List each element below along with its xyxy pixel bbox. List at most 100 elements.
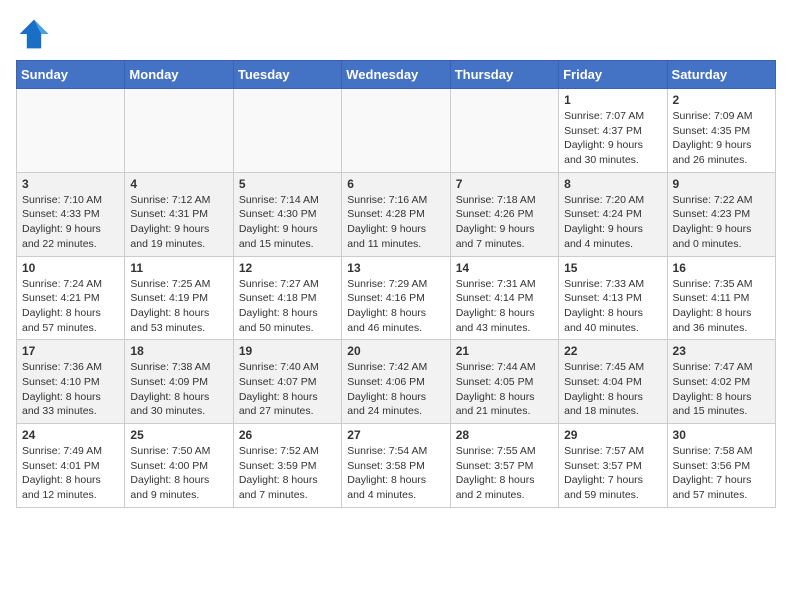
day-number: 22 [564, 344, 661, 358]
weekday-header-wednesday: Wednesday [342, 61, 450, 89]
calendar-day-cell: 11 Sunrise: 7:25 AM Sunset: 4:19 PM Dayli… [125, 256, 233, 340]
calendar-day-cell: 24 Sunrise: 7:49 AM Sunset: 4:01 PM Dayli… [17, 424, 125, 508]
calendar-day-cell [450, 89, 558, 173]
day-info: Sunrise: 7:14 AM Sunset: 4:30 PM Dayligh… [239, 193, 336, 252]
calendar-day-cell: 7 Sunrise: 7:18 AM Sunset: 4:26 PM Daylig… [450, 172, 558, 256]
calendar-day-cell: 26 Sunrise: 7:52 AM Sunset: 3:59 PM Dayli… [233, 424, 341, 508]
day-info: Sunrise: 7:31 AM Sunset: 4:14 PM Dayligh… [456, 277, 553, 336]
day-number: 26 [239, 428, 336, 442]
logo-icon [16, 16, 52, 52]
calendar-day-cell: 3 Sunrise: 7:10 AM Sunset: 4:33 PM Daylig… [17, 172, 125, 256]
day-info: Sunrise: 7:38 AM Sunset: 4:09 PM Dayligh… [130, 360, 227, 419]
day-info: Sunrise: 7:18 AM Sunset: 4:26 PM Dayligh… [456, 193, 553, 252]
day-number: 2 [673, 93, 770, 107]
day-number: 5 [239, 177, 336, 191]
calendar-week-row: 10 Sunrise: 7:24 AM Sunset: 4:21 PM Dayli… [17, 256, 776, 340]
day-number: 23 [673, 344, 770, 358]
calendar-day-cell: 25 Sunrise: 7:50 AM Sunset: 4:00 PM Dayli… [125, 424, 233, 508]
day-number: 7 [456, 177, 553, 191]
calendar-week-row: 24 Sunrise: 7:49 AM Sunset: 4:01 PM Dayli… [17, 424, 776, 508]
day-info: Sunrise: 7:47 AM Sunset: 4:02 PM Dayligh… [673, 360, 770, 419]
day-number: 25 [130, 428, 227, 442]
calendar-day-cell: 13 Sunrise: 7:29 AM Sunset: 4:16 PM Dayli… [342, 256, 450, 340]
calendar-day-cell: 12 Sunrise: 7:27 AM Sunset: 4:18 PM Dayli… [233, 256, 341, 340]
weekday-header-sunday: Sunday [17, 61, 125, 89]
day-info: Sunrise: 7:24 AM Sunset: 4:21 PM Dayligh… [22, 277, 119, 336]
day-info: Sunrise: 7:49 AM Sunset: 4:01 PM Dayligh… [22, 444, 119, 503]
day-number: 14 [456, 261, 553, 275]
day-info: Sunrise: 7:22 AM Sunset: 4:23 PM Dayligh… [673, 193, 770, 252]
day-info: Sunrise: 7:54 AM Sunset: 3:58 PM Dayligh… [347, 444, 444, 503]
calendar-day-cell: 4 Sunrise: 7:12 AM Sunset: 4:31 PM Daylig… [125, 172, 233, 256]
calendar-day-cell [125, 89, 233, 173]
day-info: Sunrise: 7:16 AM Sunset: 4:28 PM Dayligh… [347, 193, 444, 252]
day-number: 28 [456, 428, 553, 442]
day-info: Sunrise: 7:50 AM Sunset: 4:00 PM Dayligh… [130, 444, 227, 503]
day-number: 3 [22, 177, 119, 191]
calendar-day-cell: 27 Sunrise: 7:54 AM Sunset: 3:58 PM Dayli… [342, 424, 450, 508]
calendar-day-cell: 6 Sunrise: 7:16 AM Sunset: 4:28 PM Daylig… [342, 172, 450, 256]
day-info: Sunrise: 7:27 AM Sunset: 4:18 PM Dayligh… [239, 277, 336, 336]
weekday-header-tuesday: Tuesday [233, 61, 341, 89]
day-info: Sunrise: 7:35 AM Sunset: 4:11 PM Dayligh… [673, 277, 770, 336]
calendar-day-cell: 1 Sunrise: 7:07 AM Sunset: 4:37 PM Daylig… [559, 89, 667, 173]
day-info: Sunrise: 7:12 AM Sunset: 4:31 PM Dayligh… [130, 193, 227, 252]
calendar-day-cell: 2Sunrise: 7:09 AM Sunset: 4:35 PM Daylig… [667, 89, 775, 173]
day-number: 27 [347, 428, 444, 442]
logo [16, 16, 56, 52]
day-info: Sunrise: 7:40 AM Sunset: 4:07 PM Dayligh… [239, 360, 336, 419]
day-number: 13 [347, 261, 444, 275]
calendar-day-cell: 20Sunrise: 7:42 AM Sunset: 4:06 PM Dayli… [342, 340, 450, 424]
day-number: 29 [564, 428, 661, 442]
day-number: 11 [130, 261, 227, 275]
day-info: Sunrise: 7:45 AM Sunset: 4:04 PM Dayligh… [564, 360, 661, 419]
day-number: 24 [22, 428, 119, 442]
calendar-day-cell [233, 89, 341, 173]
day-number: 10 [22, 261, 119, 275]
day-number: 8 [564, 177, 661, 191]
day-info: Sunrise: 7:55 AM Sunset: 3:57 PM Dayligh… [456, 444, 553, 503]
calendar-day-cell: 29Sunrise: 7:57 AM Sunset: 3:57 PM Dayli… [559, 424, 667, 508]
calendar-week-row: 17 Sunrise: 7:36 AM Sunset: 4:10 PM Dayli… [17, 340, 776, 424]
day-info: Sunrise: 7:20 AM Sunset: 4:24 PM Dayligh… [564, 193, 661, 252]
calendar-day-cell: 16 Sunrise: 7:35 AM Sunset: 4:11 PM Dayli… [667, 256, 775, 340]
day-info: Sunrise: 7:52 AM Sunset: 3:59 PM Dayligh… [239, 444, 336, 503]
day-number: 15 [564, 261, 661, 275]
page-header [16, 16, 776, 52]
day-number: 1 [564, 93, 661, 107]
day-info: Sunrise: 7:44 AM Sunset: 4:05 PM Dayligh… [456, 360, 553, 419]
weekday-header-thursday: Thursday [450, 61, 558, 89]
calendar-day-cell: 8 Sunrise: 7:20 AM Sunset: 4:24 PM Daylig… [559, 172, 667, 256]
calendar-day-cell [342, 89, 450, 173]
day-number: 17 [22, 344, 119, 358]
day-number: 16 [673, 261, 770, 275]
day-info: Sunrise: 7:42 AM Sunset: 4:06 PM Dayligh… [347, 360, 444, 419]
day-number: 18 [130, 344, 227, 358]
day-number: 21 [456, 344, 553, 358]
day-number: 9 [673, 177, 770, 191]
day-info: Sunrise: 7:29 AM Sunset: 4:16 PM Dayligh… [347, 277, 444, 336]
calendar-day-cell: 30Sunrise: 7:58 AM Sunset: 3:56 PM Dayli… [667, 424, 775, 508]
calendar-day-cell: 21 Sunrise: 7:44 AM Sunset: 4:05 PM Dayli… [450, 340, 558, 424]
day-info: Sunrise: 7:25 AM Sunset: 4:19 PM Dayligh… [130, 277, 227, 336]
calendar-day-cell [17, 89, 125, 173]
day-info: Sunrise: 7:58 AM Sunset: 3:56 PM Dayligh… [673, 444, 770, 503]
calendar-day-cell: 9 Sunrise: 7:22 AM Sunset: 4:23 PM Daylig… [667, 172, 775, 256]
day-number: 4 [130, 177, 227, 191]
calendar-week-row: 1 Sunrise: 7:07 AM Sunset: 4:37 PM Daylig… [17, 89, 776, 173]
calendar-day-cell: 22 Sunrise: 7:45 AM Sunset: 4:04 PM Dayli… [559, 340, 667, 424]
calendar-week-row: 3 Sunrise: 7:10 AM Sunset: 4:33 PM Daylig… [17, 172, 776, 256]
day-info: Sunrise: 7:10 AM Sunset: 4:33 PM Dayligh… [22, 193, 119, 252]
day-number: 6 [347, 177, 444, 191]
day-info: Sunrise: 7:07 AM Sunset: 4:37 PM Dayligh… [564, 109, 661, 168]
calendar-day-cell: 18 Sunrise: 7:38 AM Sunset: 4:09 PM Dayli… [125, 340, 233, 424]
day-number: 12 [239, 261, 336, 275]
calendar-day-cell: 19 Sunrise: 7:40 AM Sunset: 4:07 PM Dayli… [233, 340, 341, 424]
calendar-day-cell: 5 Sunrise: 7:14 AM Sunset: 4:30 PM Daylig… [233, 172, 341, 256]
calendar-day-cell: 28 Sunrise: 7:55 AM Sunset: 3:57 PM Dayli… [450, 424, 558, 508]
day-number: 19 [239, 344, 336, 358]
day-info: Sunrise: 7:36 AM Sunset: 4:10 PM Dayligh… [22, 360, 119, 419]
weekday-header-saturday: Saturday [667, 61, 775, 89]
weekday-header-friday: Friday [559, 61, 667, 89]
weekday-header-row: SundayMondayTuesdayWednesdayThursdayFrid… [17, 61, 776, 89]
